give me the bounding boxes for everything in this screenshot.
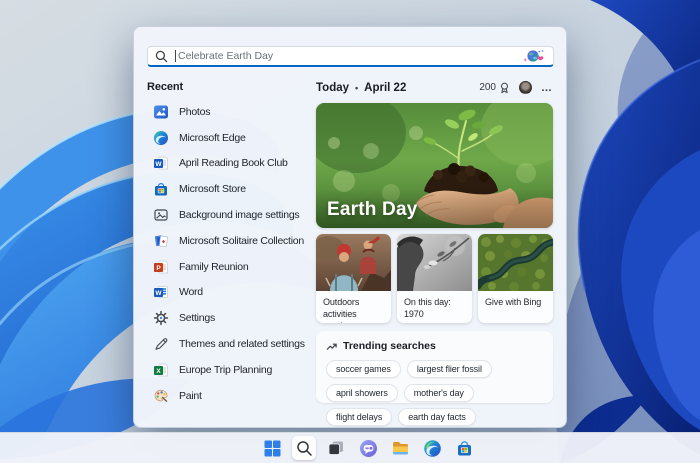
recent-item-label: Word [179, 286, 203, 298]
trending-chip[interactable]: april showers [326, 384, 398, 402]
svg-text:X: X [156, 368, 161, 375]
rewards-medal-icon [499, 82, 510, 94]
word-document-icon: W [153, 155, 169, 171]
recent-item-europe-trip-planning[interactable]: X Europe Trip Planning [147, 357, 316, 383]
date-separator: • [355, 83, 358, 93]
recent-item-themes-settings[interactable]: Themes and related settings [147, 331, 316, 357]
recent-item-label: Settings [179, 312, 215, 324]
recent-title: Recent [147, 81, 316, 93]
trending-searches-section: Trending searches soccer games largest f… [316, 331, 553, 403]
recent-item-label: Microsoft Store [179, 183, 246, 195]
svg-text:P: P [156, 264, 161, 271]
recent-item-label: Microsoft Edge [179, 132, 246, 144]
file-explorer-button[interactable] [388, 436, 412, 460]
word-app-icon: W [153, 284, 169, 300]
search-panel: Recent Photos Microsoft Edge W April Rea… [133, 26, 567, 428]
recent-item-label: Family Reunion [179, 261, 248, 273]
recent-item-label: Europe Trip Planning [179, 364, 272, 376]
taskbar [0, 432, 700, 463]
search-input[interactable] [178, 50, 522, 62]
recent-item-microsoft-solitaire-collection[interactable]: Microsoft Solitaire Collection [147, 228, 316, 254]
chat-button[interactable] [356, 436, 380, 460]
recent-item-label: Paint [179, 390, 202, 402]
recent-item-photos[interactable]: Photos [147, 99, 316, 125]
recent-item-label: Microsoft Solitaire Collection [179, 235, 304, 247]
recent-item-settings[interactable]: Settings [147, 305, 316, 331]
edge-taskbar-button[interactable] [420, 436, 444, 460]
card-give-with-bing[interactable]: Give with Bing [478, 234, 553, 323]
recent-item-family-reunion[interactable]: P Family Reunion [147, 254, 316, 280]
recent-item-label: Photos [179, 106, 210, 118]
recent-item-background-image-settings[interactable]: Background image settings [147, 202, 316, 228]
recent-list: Photos Microsoft Edge W April Reading Bo… [147, 99, 316, 409]
recent-section: Recent Photos Microsoft Edge W April Rea… [147, 81, 316, 409]
store-icon [153, 181, 169, 197]
date-label: April 22 [364, 82, 406, 94]
today-header: Today • April 22 200 … [316, 80, 553, 95]
rewards-points[interactable]: 200 [479, 82, 510, 94]
recent-item-label: April Reading Book Club [179, 157, 288, 169]
hero-title: Earth Day [327, 199, 418, 221]
search-icon [155, 50, 168, 63]
pencil-icon [153, 336, 169, 352]
card-label: On this day: 1970 [397, 291, 472, 323]
excel-document-icon: X [153, 362, 169, 378]
trending-chip[interactable]: flight delays [326, 408, 392, 426]
card-outdoors-activities[interactable]: Outdoors activities nearby [316, 234, 391, 323]
user-avatar[interactable] [519, 81, 532, 94]
earth-day-sparkle-icon[interactable] [522, 48, 546, 64]
trending-chip[interactable]: mother's day [404, 384, 474, 402]
text-caret [175, 50, 176, 62]
recent-item-label: Themes and related settings [179, 338, 305, 350]
recent-item-paint[interactable]: Paint [147, 383, 316, 409]
store-taskbar-button[interactable] [452, 436, 476, 460]
today-label: Today [316, 82, 349, 94]
image-settings-icon [153, 207, 169, 223]
trending-chip[interactable]: largest flier fossil [407, 360, 492, 378]
task-view-button[interactable] [324, 436, 348, 460]
paint-icon [153, 388, 169, 404]
svg-text:W: W [155, 290, 162, 297]
solitaire-icon [153, 233, 169, 249]
start-button[interactable] [260, 436, 284, 460]
today-cards: Outdoors activities nearby [316, 234, 553, 323]
recent-item-label: Background image settings [179, 209, 299, 221]
recent-item-microsoft-edge[interactable]: Microsoft Edge [147, 125, 316, 151]
search-taskbar-button[interactable] [292, 436, 316, 460]
trending-chips: soccer games largest flier fossil april … [326, 360, 543, 426]
recent-item-word[interactable]: W Word [147, 280, 316, 306]
powerpoint-document-icon: P [153, 259, 169, 275]
search-bar[interactable] [147, 46, 554, 67]
give-with-bing-card-image [478, 234, 553, 291]
edge-icon [153, 130, 169, 146]
rewards-points-value: 200 [479, 82, 496, 93]
card-label: Outdoors activities nearby [316, 291, 391, 323]
recent-item-april-reading-book-club[interactable]: W April Reading Book Club [147, 151, 316, 177]
outdoors-card-image [316, 234, 391, 291]
card-on-this-day[interactable]: On this day: 1970 [397, 234, 472, 323]
on-this-day-card-image [397, 234, 472, 291]
trending-header: Trending searches [326, 340, 543, 352]
trending-arrow-icon [326, 341, 337, 351]
earth-day-hero-card[interactable]: Earth Day [316, 103, 553, 228]
svg-text:W: W [155, 161, 162, 168]
recent-item-microsoft-store[interactable]: Microsoft Store [147, 176, 316, 202]
photos-icon [153, 104, 169, 120]
card-label: Give with Bing [478, 291, 553, 323]
more-options-button[interactable]: … [541, 85, 553, 91]
trending-chip[interactable]: soccer games [326, 360, 401, 378]
trending-title: Trending searches [343, 340, 436, 352]
trending-chip[interactable]: earth day facts [398, 408, 476, 426]
gear-icon [153, 310, 169, 326]
